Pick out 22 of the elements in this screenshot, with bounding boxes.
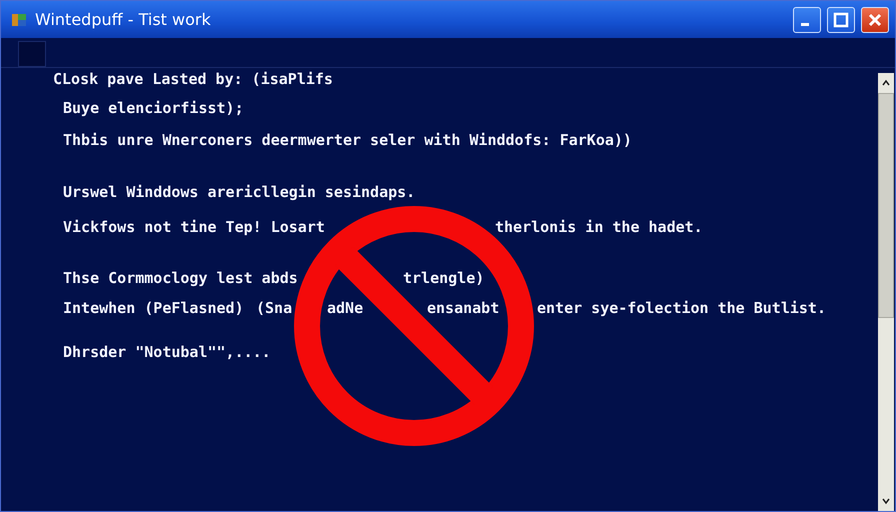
console-text: Thse Cormmoclogy lest abds (63, 268, 298, 289)
console-text: ensanabt (427, 298, 500, 319)
console-text: Intewhen (PeFlasned) (63, 298, 244, 319)
console-text: therlonis in the hadet. (495, 217, 703, 238)
console-text: Vickfows not tine Tep! Losart (63, 217, 325, 238)
console-text: (Sna (256, 298, 292, 319)
console-text: Buye elenciorfisst); (63, 98, 244, 119)
console-text: enter sye-folection the Butlist. (537, 298, 826, 319)
console-text: CLosk pave Lasted by: (isaPlifs (53, 69, 333, 90)
console-text: Urswel Winddows arericllegin sesindaps. (63, 182, 416, 203)
console-text: Dhrsder "Notubal"",.... (63, 342, 271, 363)
console-text: trlengle) (403, 268, 484, 289)
scroll-thumb[interactable] (878, 93, 894, 318)
scrollbar[interactable] (878, 73, 894, 511)
maximize-button[interactable] (827, 6, 855, 32)
console-text: adNe (327, 298, 364, 319)
window-title: Wintedpuff - Tist work (35, 10, 212, 29)
close-button[interactable] (861, 6, 889, 32)
app-icon (11, 12, 27, 28)
console-text: Thbis unre Wnerconers deermwerter seler with Winddofs: FarKoa)) (63, 130, 632, 151)
minimize-icon (801, 23, 809, 26)
minimize-button[interactable] (793, 6, 821, 32)
